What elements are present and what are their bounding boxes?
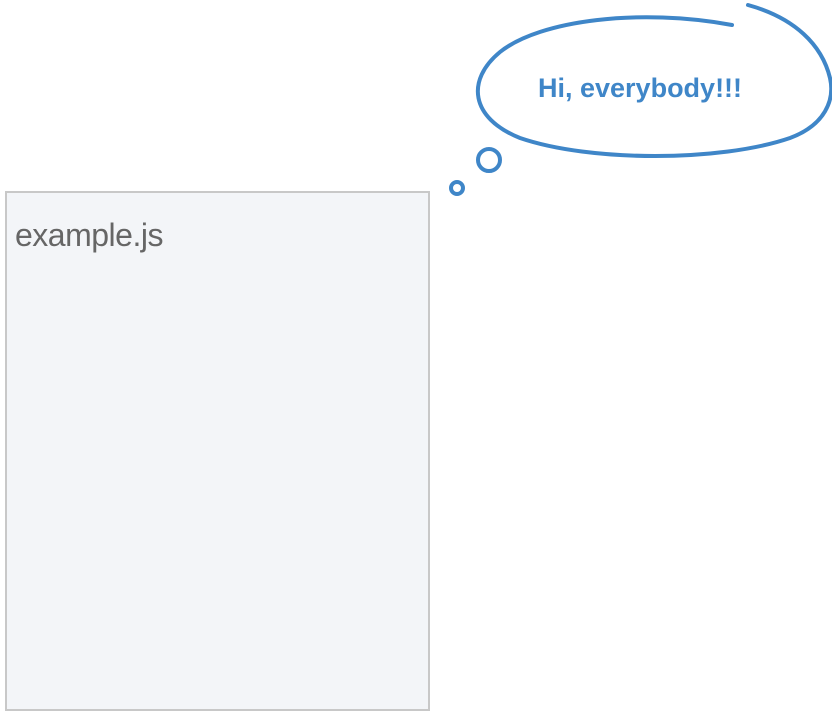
thought-bubble: Hi, everybody!!! [449, 3, 832, 196]
thought-circle-large [476, 147, 502, 173]
file-panel: example.js [5, 191, 430, 711]
thought-bubble-text: Hi, everybody!!! [538, 73, 742, 103]
thought-circle-small [449, 180, 465, 196]
file-title: example.js [15, 217, 163, 253]
diagram-canvas: example.js Hi, everybody!!! [0, 0, 832, 716]
